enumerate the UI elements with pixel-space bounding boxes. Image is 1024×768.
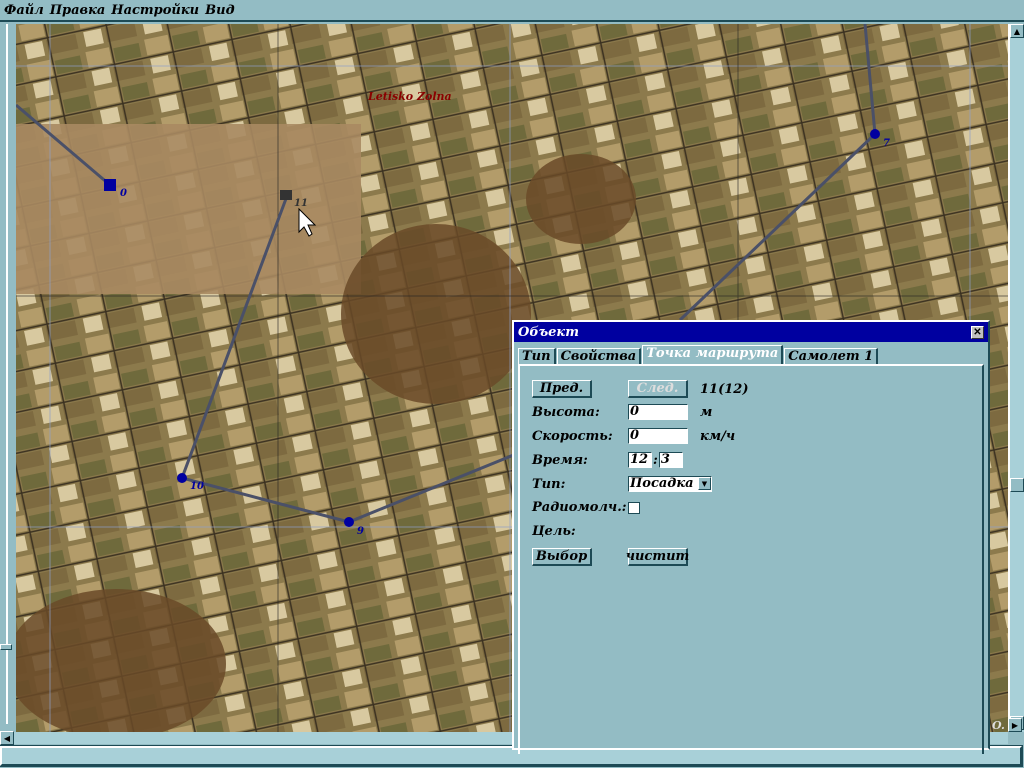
select-button[interactable]: Выбор [532,548,592,566]
waypoint-panel: Пред. След. 11(12) Высота: 0 м Скорость:… [518,364,984,754]
scroll-left-icon[interactable]: ◀ [0,731,14,745]
time-minutes-input[interactable]: 3 [658,452,683,468]
type-label: Тип: [532,476,566,492]
waypoint-label: 11 [294,198,308,209]
slider-thumb[interactable] [0,644,12,650]
radio-silence-checkbox[interactable] [628,501,640,514]
waypoint-label: 10 [190,481,204,492]
speed-unit: км/ч [700,428,736,444]
close-icon[interactable]: ✕ [971,325,984,339]
altitude-unit: м [700,404,713,420]
menu-view[interactable]: Вид [205,3,234,18]
menu-edit[interactable]: Правка [50,3,106,18]
waypoint-label: 7 [883,138,890,149]
object-dialog: Объект ✕ Тип Свойства Точка маршрута Сам… [512,320,990,754]
forest [526,154,636,244]
type-select[interactable]: Посадка ▼ [628,476,712,492]
scroll-right-icon[interactable]: ▶ [1008,718,1022,732]
chevron-down-icon[interactable]: ▼ [698,477,711,490]
tab-properties[interactable]: Свойства [556,348,642,365]
speed-input[interactable]: 0 [628,428,688,444]
dialog-title: Объект [518,324,579,340]
waypoint-index: 11(12) [700,381,749,397]
waypoint-label: 9 [357,526,364,537]
waypoint-9[interactable] [344,517,354,527]
waypoint-11[interactable] [280,190,292,200]
clear-button[interactable]: чистит [626,548,689,566]
airfield-label: Letisko Zolna [367,90,452,103]
tab-plane-1[interactable]: Самолет 1 [784,348,879,365]
menu-file[interactable]: Файл [4,3,44,18]
menu-settings[interactable]: Настройки [111,3,199,18]
waypoint-10[interactable] [177,473,187,483]
altitude-label: Высота: [532,404,600,420]
waypoint-7[interactable] [870,129,880,139]
prev-button[interactable]: Пред. [532,380,592,398]
forest [341,224,531,404]
speed-label: Скорость: [532,428,613,444]
scroll-thumb[interactable] [1010,478,1024,492]
waypoint-label: 0 [120,188,127,199]
vertical-scrollbar[interactable]: ▲ ▼ [1008,24,1024,732]
time-separator: : [653,452,658,468]
waypoint-0[interactable] [104,179,116,191]
type-value: Посадка [630,476,694,491]
tab-type[interactable]: Тип [518,348,556,365]
time-hours-input[interactable]: 12 [628,452,652,468]
menu-bar: Файл Правка Настройки Вид [0,0,1024,22]
target-label: Цель: [532,524,576,539]
time-label: Время: [532,452,588,468]
dialog-titlebar[interactable]: Объект ✕ [514,322,988,342]
tab-waypoint[interactable]: Точка маршрута [642,345,784,365]
corner-text: O. [992,719,1005,732]
next-button[interactable]: След. [628,380,688,398]
slider-track [6,24,8,724]
tab-bar: Тип Свойства Точка маршрута Самолет 1 [518,345,988,365]
altitude-input[interactable]: 0 [628,404,688,420]
scroll-up-icon[interactable]: ▲ [1010,24,1024,38]
radio-silence-label: Радиомолч.: [532,500,627,515]
zoom-slider[interactable] [0,24,16,732]
